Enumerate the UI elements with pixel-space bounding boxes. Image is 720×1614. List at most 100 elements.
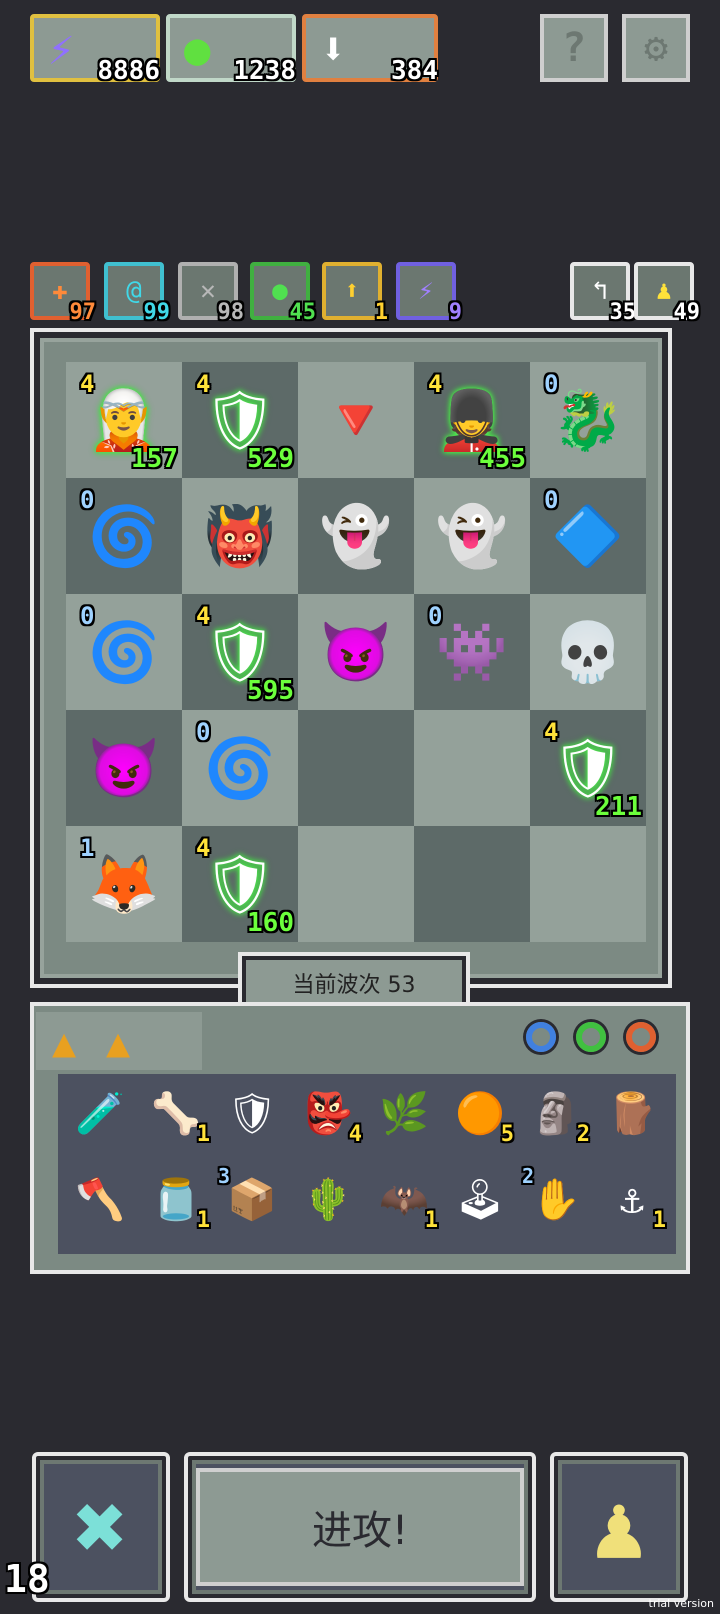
board-cell[interactable]: 🔷 0 — [530, 478, 646, 594]
board-cell[interactable]: 🛡 4 211 — [530, 710, 646, 826]
tab-triangle-2[interactable]: ▲ — [106, 1020, 130, 1066]
board-cell[interactable]: 🦊 1 — [66, 826, 182, 942]
board-cell[interactable]: 👻 — [414, 478, 530, 594]
inventory-item[interactable]: 🟠 5 — [452, 1086, 514, 1146]
purple-potion-icon: 🫙 — [151, 1177, 201, 1223]
board-cell[interactable]: 🛡 4 595 — [182, 594, 298, 710]
buff-slot[interactable]: ⚡ 9 — [396, 262, 462, 324]
fox-mage-icon[interactable]: 🦊 — [82, 840, 166, 928]
buff-slot[interactable]: ✚ 97 — [30, 262, 96, 324]
board-cell[interactable]: 🌀 0 — [182, 710, 298, 826]
green-ring-icon[interactable] — [576, 1022, 606, 1052]
red-crystal-icon[interactable]: 🔻 — [314, 376, 398, 464]
inventory-item[interactable]: 🪵 — [604, 1086, 660, 1142]
purple-demon-icon[interactable]: 😈 — [314, 608, 398, 696]
unit-level: 4 — [196, 602, 211, 630]
green-golem-icon[interactable]: 👹 — [198, 492, 282, 580]
attack-label: 进攻! — [311, 1508, 409, 1554]
inventory-item[interactable]: 🦇 1 — [376, 1172, 438, 1232]
purple-wraith-icon[interactable]: 🌀 — [82, 608, 166, 696]
board-cell[interactable]: 🌀 0 — [66, 478, 182, 594]
pawn-icon: ♟ — [656, 276, 672, 306]
inventory-item[interactable]: 🌿 — [376, 1086, 432, 1142]
item-count: 1 — [196, 1122, 210, 1147]
inventory-item[interactable]: 🕹 — [452, 1172, 508, 1228]
board-cell[interactable]: 🌀 0 — [66, 594, 182, 710]
inventory-item[interactable]: ⚓ 1 — [604, 1172, 666, 1232]
board-cell[interactable]: 😈 — [66, 710, 182, 826]
buff-slot[interactable]: ⬆ 1 — [322, 262, 388, 324]
board-cell[interactable]: 💀 — [530, 594, 646, 710]
inventory-item[interactable]: 🧪 — [72, 1086, 128, 1142]
return-counter[interactable]: ↰ 35 — [570, 262, 636, 324]
purple-wraith-icon[interactable]: 🌀 — [82, 492, 166, 580]
board-cell[interactable] — [298, 826, 414, 942]
settings-button[interactable]: ⚙ — [622, 14, 690, 82]
purple-demon-icon[interactable]: 😈 — [82, 724, 166, 812]
buff-value: 9 — [448, 300, 462, 325]
unit-hp: 455 — [479, 444, 526, 474]
inventory-item[interactable]: 🗿 2 — [528, 1086, 590, 1146]
orange-ring-icon[interactable] — [626, 1022, 656, 1052]
inventory-item[interactable]: 🛡 — [224, 1086, 280, 1142]
purple-wraith-icon[interactable]: 🌀 — [198, 724, 282, 812]
inventory-item[interactable]: 🫙 1 — [148, 1172, 210, 1232]
board-cell[interactable]: 👹 — [182, 478, 298, 594]
pawn-value: 49 — [673, 300, 701, 325]
pink-demon-icon[interactable]: 👾 — [430, 608, 514, 696]
board-cell[interactable]: 👾 0 — [414, 594, 530, 710]
item-count: 5 — [500, 1122, 514, 1147]
board-cell[interactable] — [414, 710, 530, 826]
plus-icon: ✚ — [52, 276, 68, 306]
arrows-value: 384 — [391, 56, 438, 86]
white-yeti-icon[interactable]: 👻 — [430, 492, 514, 580]
board-cell[interactable] — [414, 826, 530, 942]
board-cell[interactable]: 🐉 0 — [530, 362, 646, 478]
board-cell[interactable]: 💂 4 455 — [414, 362, 530, 478]
buff-slot[interactable]: @99 — [104, 262, 170, 324]
return-value: 35 — [609, 300, 637, 325]
blue-ring-icon[interactable] — [526, 1022, 556, 1052]
cancel-button[interactable]: ✖ — [32, 1452, 170, 1602]
unit-level: 4 — [196, 834, 211, 862]
blue-banner-icon[interactable]: 🔷 — [546, 492, 630, 580]
board-cell[interactable]: 🛡 4 529 — [182, 362, 298, 478]
gear-box-icon: 📦 — [227, 1177, 277, 1223]
wave-label: 当前波次 53 — [292, 973, 416, 998]
tab-triangle-1[interactable]: ▲ — [52, 1020, 76, 1066]
unit-level: 4 — [196, 370, 211, 398]
board-cell[interactable] — [298, 710, 414, 826]
help-button[interactable]: ? — [540, 14, 608, 82]
board-cell[interactable]: 🛡 4 160 — [182, 826, 298, 942]
item-count: 4 — [348, 1122, 362, 1147]
pawn-counter[interactable]: ♟ 49 — [634, 262, 700, 324]
attack-button[interactable]: 进攻! — [196, 1468, 524, 1586]
buff-slot[interactable]: ✕ 98 — [178, 262, 244, 324]
gems-value: 1238 — [233, 56, 296, 86]
unit-level: 0 — [544, 370, 559, 398]
board-cell[interactable]: 😈 — [298, 594, 414, 710]
board-cell[interactable]: 🧝 4 157 — [66, 362, 182, 478]
unit-hp: 160 — [247, 908, 294, 938]
skull-beast-icon[interactable]: 💀 — [546, 608, 630, 696]
purple-dragon-icon[interactable]: 🐉 — [546, 376, 630, 464]
board-cell[interactable]: 👻 — [298, 478, 414, 594]
down-arrow-icon: ⬇ — [320, 24, 347, 75]
inventory-item[interactable]: ✋ 2 — [522, 1166, 584, 1228]
pawn-button[interactable]: ♟ — [550, 1452, 688, 1602]
board-cell[interactable] — [530, 826, 646, 942]
pawn-icon: ♟ — [591, 1474, 647, 1580]
buff-slot[interactable]: ● 45 — [250, 262, 316, 324]
inventory-item[interactable]: 🪓 — [72, 1172, 128, 1228]
unit-hp: 211 — [595, 792, 642, 822]
board-cell[interactable]: 🔻 — [298, 362, 414, 478]
inventory-item[interactable]: 🌵 — [300, 1172, 356, 1228]
inventory-item[interactable]: 👺 4 — [300, 1086, 362, 1146]
white-yeti-icon[interactable]: 👻 — [314, 492, 398, 580]
energy-counter: ⚡ 8886 — [30, 14, 160, 84]
inventory-item[interactable]: 📦 3 — [218, 1166, 280, 1228]
inventory-item[interactable]: 🦴 1 — [148, 1086, 210, 1146]
unit-level: 4 — [544, 718, 559, 746]
unit-hp: 529 — [247, 444, 294, 474]
buff-value: 45 — [289, 300, 317, 325]
